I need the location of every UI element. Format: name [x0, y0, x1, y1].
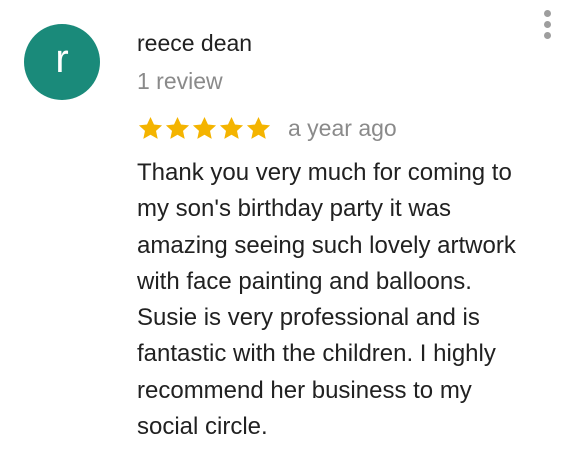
review-text-line: social circle. [137, 413, 268, 441]
review-date: a year ago [288, 115, 397, 141]
review-text: Thank you very much for coming to my son… [137, 155, 577, 445]
star-rating [137, 115, 272, 142]
star-icon [191, 115, 218, 142]
star-icon [137, 115, 164, 142]
review-text-line: amazing seeing such lovely artwork [137, 231, 516, 259]
star-icon [164, 115, 191, 142]
menu-dot [544, 21, 551, 28]
menu-dot [544, 10, 551, 17]
avatar[interactable]: r [24, 24, 100, 100]
review-text-line: Thank you very much for coming to [137, 159, 512, 186]
review-text-line: fantastic with the children. I highly [137, 340, 496, 368]
star-icon [245, 115, 272, 142]
review-card: r reece dean 1 review a year ago Thank y… [0, 0, 586, 455]
reviewer-name[interactable]: reece dean [137, 28, 252, 58]
review-text-line: Susie is very professional and is [137, 304, 480, 332]
menu-dot [544, 32, 551, 39]
review-text-line: my son's birthday party it was [137, 195, 452, 223]
avatar-initial: r [55, 37, 69, 81]
review-text-line: recommend her business to my [137, 376, 472, 404]
review-text-line: with face painting and balloons. [137, 267, 472, 295]
star-icon [218, 115, 245, 142]
more-vert-icon[interactable] [538, 10, 558, 40]
rating-row: a year ago [137, 112, 397, 144]
review-count: 1 review [137, 68, 223, 94]
